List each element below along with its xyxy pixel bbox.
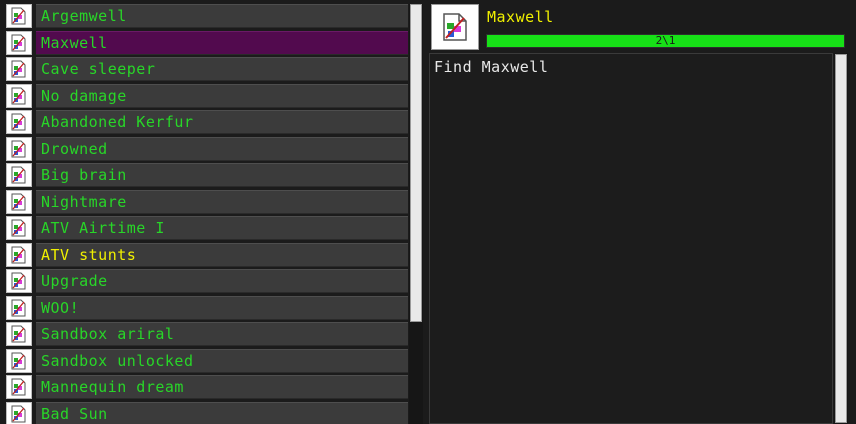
achievement-list: Argemwell Maxwell Cave sleeper No damage Aba…	[6, 4, 408, 424]
achievement-row[interactable]: Big brain	[6, 163, 408, 187]
achievement-row[interactable]: Cave sleeper	[6, 57, 408, 81]
achievement-row[interactable]: Mannequin dream	[6, 375, 408, 399]
achievement-detail-panel: Maxwell 2\1 Find Maxwell	[429, 0, 856, 424]
achievement-row[interactable]: Drowned	[6, 136, 408, 161]
broken-image-icon	[6, 375, 32, 399]
achievement-label: Maxwell	[36, 30, 408, 55]
achievement-list-panel: Argemwell Maxwell Cave sleeper No damage Aba…	[0, 0, 425, 424]
broken-image-icon	[6, 57, 32, 81]
achievement-label: Sandbox ariral	[36, 322, 408, 346]
achievement-label: Big brain	[36, 163, 408, 187]
detail-description: Find Maxwell	[434, 58, 549, 76]
achievement-label: Mannequin dream	[36, 375, 408, 399]
detail-title: Maxwell	[487, 8, 554, 26]
broken-image-icon	[431, 4, 479, 50]
achievement-row[interactable]: Nightmare	[6, 189, 408, 214]
detail-header: Maxwell 2\1	[429, 4, 852, 50]
achievement-label: WOO!	[36, 295, 408, 320]
list-scrollbar[interactable]	[409, 4, 423, 424]
detail-description-box: Find Maxwell	[429, 53, 833, 424]
achievement-row[interactable]: Argemwell	[6, 4, 408, 28]
broken-image-icon	[6, 189, 32, 214]
broken-image-icon	[6, 163, 32, 187]
achievement-label: Nightmare	[36, 189, 408, 214]
broken-image-icon	[6, 83, 32, 108]
progress-text: 2\1	[655, 34, 676, 47]
broken-image-icon	[6, 269, 32, 293]
achievement-row[interactable]: No damage	[6, 83, 408, 108]
achievement-label: Abandoned Kerfur	[36, 110, 408, 134]
broken-image-icon	[6, 322, 32, 346]
broken-image-icon	[6, 295, 32, 320]
achievement-row[interactable]: Maxwell	[6, 30, 408, 55]
achievement-row[interactable]: Abandoned Kerfur	[6, 110, 408, 134]
achievement-row[interactable]: ATV Airtime I	[6, 216, 408, 240]
achievement-row[interactable]: ATV stunts	[6, 242, 408, 267]
description-scrollbar-thumb[interactable]	[835, 54, 847, 423]
broken-image-icon	[6, 348, 32, 373]
achievement-label: Argemwell	[36, 4, 408, 28]
broken-image-icon	[6, 110, 32, 134]
achievement-label: No damage	[36, 83, 408, 108]
achievement-row[interactable]: Bad Sun	[6, 401, 408, 424]
achievement-row[interactable]: WOO!	[6, 295, 408, 320]
broken-image-icon	[6, 242, 32, 267]
achievement-label: Sandbox unlocked	[36, 348, 408, 373]
achievement-label: ATV Airtime I	[36, 216, 408, 240]
achievement-label: Cave sleeper	[36, 57, 408, 81]
list-scrollbar-thumb[interactable]	[410, 4, 422, 322]
achievement-row[interactable]: Sandbox ariral	[6, 322, 408, 346]
achievement-label: Drowned	[36, 136, 408, 161]
broken-image-icon	[6, 401, 32, 424]
broken-image-icon	[6, 30, 32, 55]
achievement-label: ATV stunts	[36, 242, 408, 267]
broken-image-icon	[6, 216, 32, 240]
detail-progress-bar: 2\1	[486, 34, 845, 48]
broken-image-icon	[6, 136, 32, 161]
description-scrollbar[interactable]	[834, 53, 848, 424]
achievement-row[interactable]: Sandbox unlocked	[6, 348, 408, 373]
achievement-label: Upgrade	[36, 269, 408, 293]
achievement-label: Bad Sun	[36, 401, 408, 424]
broken-image-icon	[6, 4, 32, 28]
achievement-row[interactable]: Upgrade	[6, 269, 408, 293]
